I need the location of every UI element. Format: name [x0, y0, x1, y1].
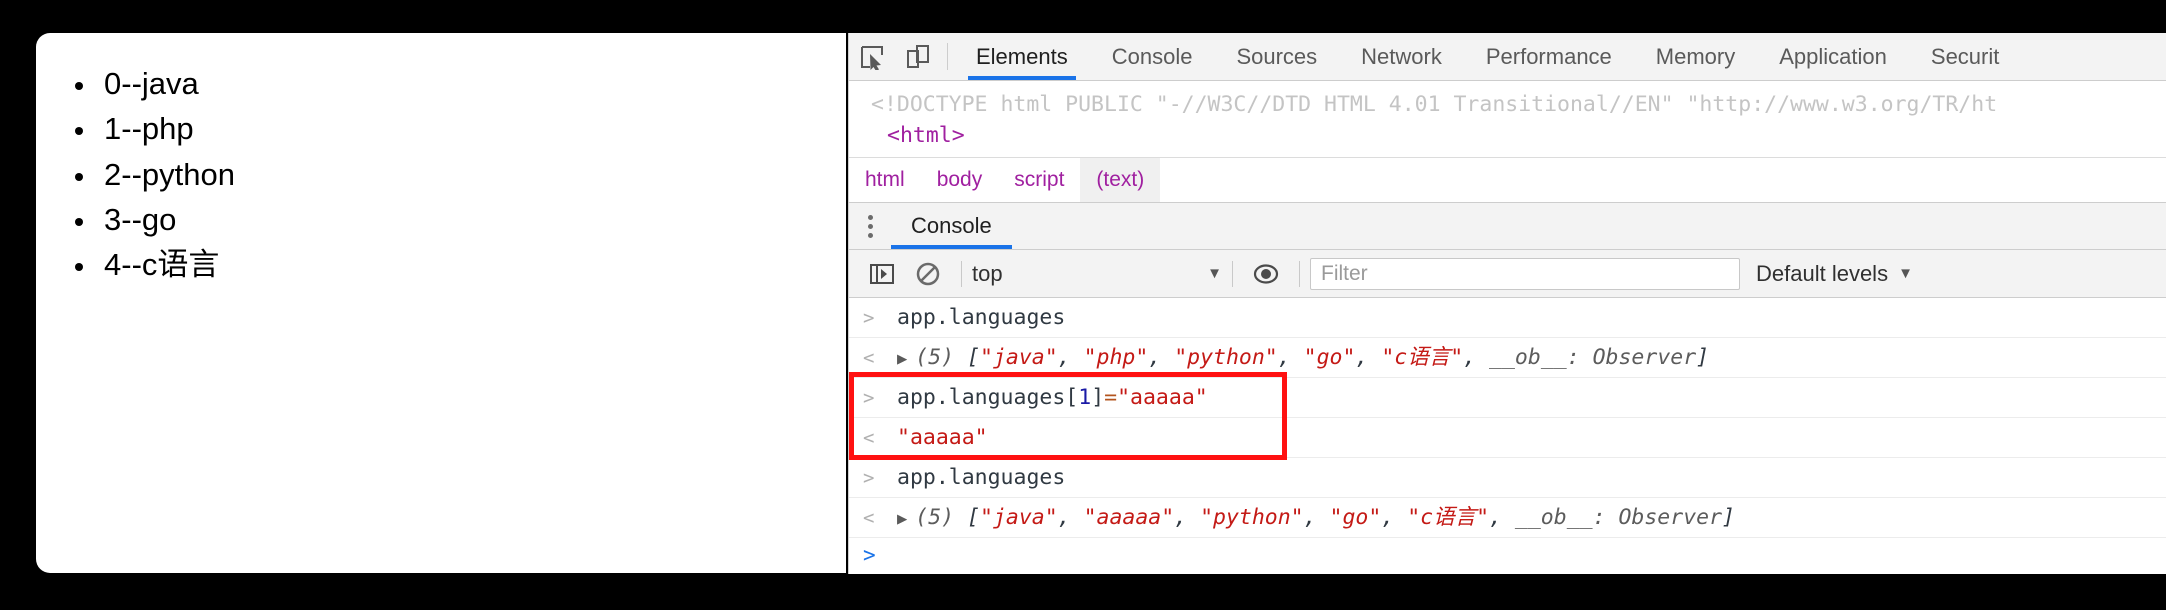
prompt-chevron-icon: >	[863, 543, 876, 567]
filter-input[interactable]: Filter	[1310, 258, 1740, 290]
array-item: "java"	[980, 505, 1058, 530]
array-item: "aaaaa"	[1084, 505, 1175, 530]
assign-target: app.languages	[897, 385, 1065, 410]
drawer-header: Console	[849, 203, 2166, 250]
console-toolbar: top ▼ Filter Default levels ▼	[849, 250, 2166, 298]
array-item: "java"	[980, 345, 1058, 370]
array-close-bracket: ]	[1722, 505, 1735, 530]
kebab-menu-icon[interactable]	[849, 203, 891, 249]
tab-performance[interactable]: Performance	[1464, 33, 1634, 80]
expand-triangle-icon[interactable]: ▶	[897, 509, 907, 529]
tab-sources[interactable]: Sources	[1214, 33, 1339, 80]
array-item: "go"	[1304, 345, 1356, 370]
execution-context-select[interactable]: top ▼	[972, 261, 1222, 287]
bracket-open: [	[1065, 385, 1078, 410]
breadcrumb-item-text[interactable]: (text)	[1080, 158, 1160, 202]
tab-elements[interactable]: Elements	[954, 33, 1090, 80]
array-open-bracket: [	[967, 345, 980, 370]
console-input-row[interactable]: > app.languages	[849, 458, 2166, 498]
devtools-tabbar: Elements Console Sources Network Perform…	[849, 33, 2166, 81]
input-chevron-icon: >	[863, 378, 897, 418]
console-message-list: > app.languages < ▶(5) ["java", "php", "…	[849, 298, 2166, 572]
tab-security[interactable]: Securit	[1909, 33, 2021, 80]
toolbar-divider	[961, 261, 962, 287]
array-close-bracket: ]	[1696, 345, 1709, 370]
device-toolbar-icon[interactable]	[895, 33, 941, 80]
console-prompt[interactable]: >	[849, 538, 2166, 572]
inspect-element-icon[interactable]	[849, 33, 895, 80]
breadcrumb-item-script[interactable]: script	[998, 158, 1080, 202]
console-input-text: app.languages	[897, 458, 1065, 498]
console-input-row-assign[interactable]: > app.languages[1]="aaaaa"	[849, 378, 2166, 418]
html-tag-line[interactable]: <html>	[849, 120, 2166, 151]
execution-context-value: top	[972, 261, 1207, 287]
array-item: "python"	[1200, 505, 1304, 530]
output-chevron-icon: <	[863, 498, 897, 538]
drawer-tab-console[interactable]: Console	[891, 203, 1012, 249]
tab-memory[interactable]: Memory	[1634, 33, 1757, 80]
toolbar-divider	[1232, 261, 1233, 287]
observer-property: __ob__: Observer	[1515, 505, 1722, 530]
console-output-string: "aaaaa"	[897, 418, 988, 458]
console-output-row[interactable]: < ▶(5) ["java", "aaaaa", "python", "go",…	[849, 498, 2166, 538]
array-item: "c语言"	[1407, 505, 1489, 530]
array-item: "go"	[1330, 505, 1382, 530]
log-levels-select[interactable]: Default levels ▼	[1756, 261, 1913, 287]
array-length: (5)	[915, 345, 954, 370]
breadcrumb: html body script (text)	[849, 158, 2166, 203]
elements-tree: <!DOCTYPE html PUBLIC "-//W3C//DTD HTML …	[849, 81, 2166, 158]
observer-property: __ob__: Observer	[1489, 345, 1696, 370]
toolbar-divider	[1299, 261, 1300, 287]
list-item: 1--php	[98, 106, 846, 151]
array-item: "php"	[1084, 345, 1149, 370]
rendered-page-panel: 0--java 1--php 2--python 3--go 4--c语言	[36, 33, 846, 573]
array-index: 1	[1078, 385, 1091, 410]
devtools-panel: Elements Console Sources Network Perform…	[848, 33, 2166, 574]
log-levels-label: Default levels	[1756, 261, 1888, 287]
breadcrumb-item-body[interactable]: body	[921, 158, 999, 202]
array-item: "python"	[1174, 345, 1278, 370]
list-item: 3--go	[98, 197, 846, 242]
input-chevron-icon: >	[863, 298, 897, 338]
expand-triangle-icon[interactable]: ▶	[897, 349, 907, 369]
tab-application[interactable]: Application	[1757, 33, 1909, 80]
toolbar-divider	[947, 43, 948, 70]
console-input-row[interactable]: > app.languages	[849, 298, 2166, 338]
console-sidebar-icon[interactable]	[859, 262, 905, 286]
live-expression-icon[interactable]	[1243, 263, 1289, 285]
console-output-row[interactable]: < ▶(5) ["java", "php", "python", "go", "…	[849, 338, 2166, 378]
input-chevron-icon: >	[863, 458, 897, 498]
tab-network[interactable]: Network	[1339, 33, 1464, 80]
breadcrumb-item-html[interactable]: html	[849, 158, 921, 202]
array-open-bracket: [	[967, 505, 980, 530]
assign-value: "aaaaa"	[1117, 385, 1208, 410]
list-item: 4--c语言	[98, 242, 846, 287]
bracket-close: ]	[1091, 385, 1104, 410]
console-input-text: app.languages	[897, 298, 1065, 338]
language-list: 0--java 1--php 2--python 3--go 4--c语言	[36, 33, 846, 287]
chevron-down-icon: ▼	[1207, 265, 1222, 282]
clear-console-icon[interactable]	[905, 261, 951, 287]
array-length: (5)	[915, 505, 954, 530]
array-item: "c语言"	[1381, 345, 1463, 370]
output-chevron-icon: <	[863, 338, 897, 378]
output-chevron-icon: <	[863, 418, 897, 458]
console-output-row-string[interactable]: < "aaaaa"	[849, 418, 2166, 458]
list-item: 2--python	[98, 152, 846, 197]
tab-console[interactable]: Console	[1090, 33, 1215, 80]
assign-operator: =	[1104, 385, 1117, 410]
doctype-line: <!DOCTYPE html PUBLIC "-//W3C//DTD HTML …	[849, 89, 2166, 120]
chevron-down-icon: ▼	[1898, 265, 1913, 282]
list-item: 0--java	[98, 61, 846, 106]
